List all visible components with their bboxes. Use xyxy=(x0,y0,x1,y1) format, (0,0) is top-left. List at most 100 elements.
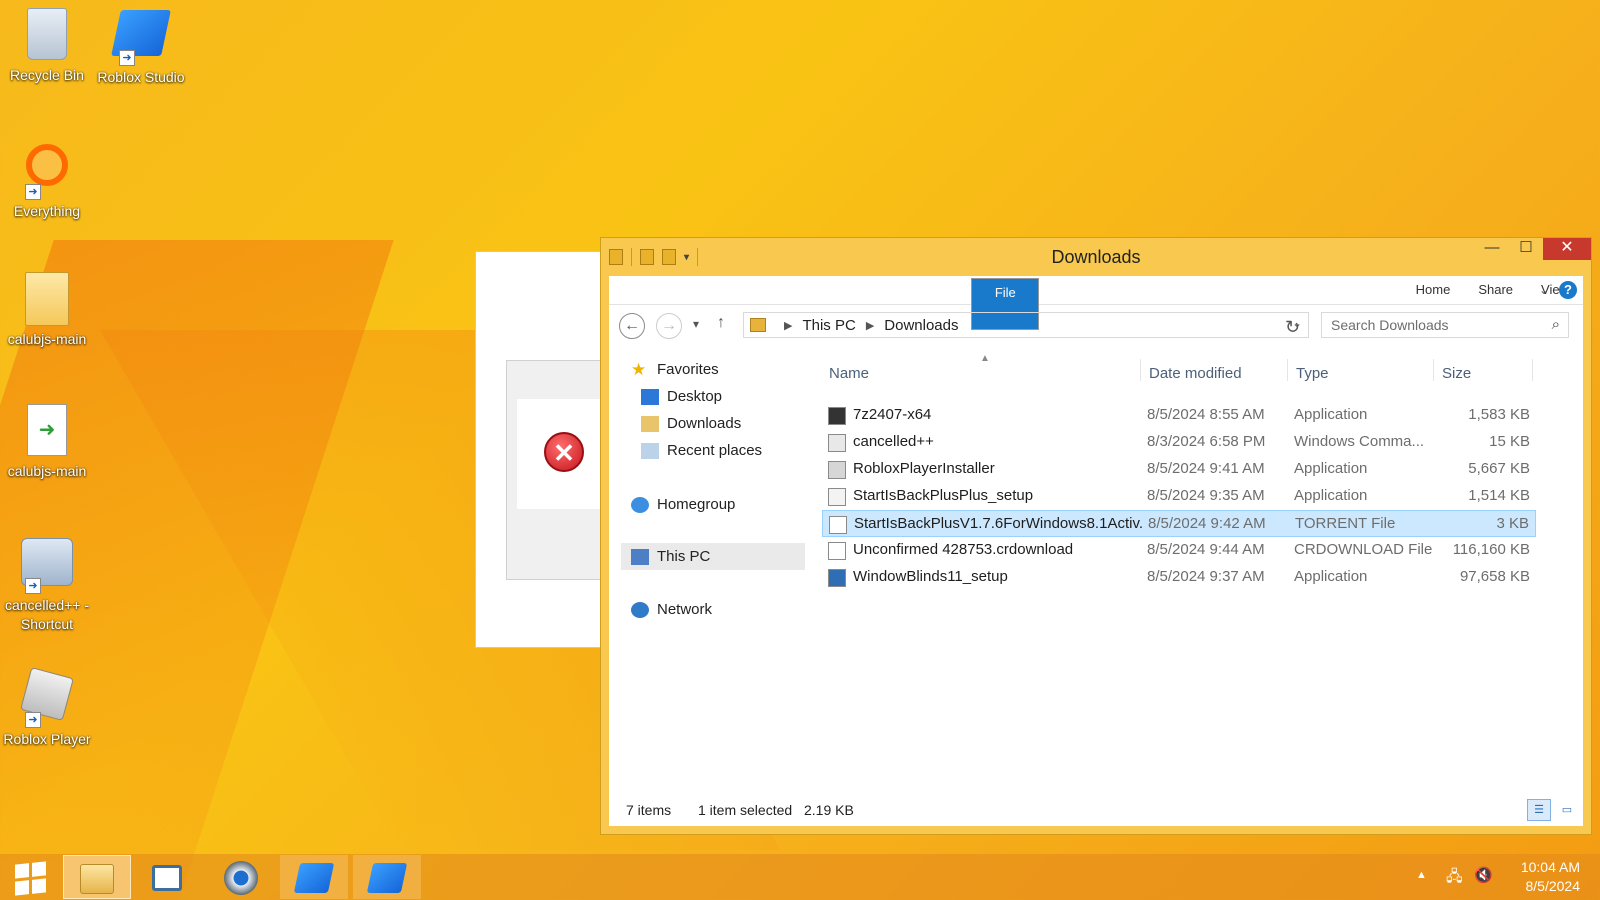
gear-shortcut-icon: ➜ xyxy=(21,538,73,594)
column-header-type[interactable]: Type xyxy=(1296,365,1329,382)
nav-this-pc[interactable]: This PC xyxy=(621,543,805,570)
show-hidden-icons-chevron[interactable]: ▲ xyxy=(1416,869,1427,881)
search-input[interactable]: Search Downloads ⌕ xyxy=(1321,312,1569,338)
blank-file-icon xyxy=(828,542,846,560)
computer-icon xyxy=(631,548,649,565)
column-header-size[interactable]: Size xyxy=(1442,365,1471,382)
window-app-icon xyxy=(152,865,182,892)
close-button[interactable]: ✕ xyxy=(1543,238,1591,260)
up-arrow-icon[interactable]: ↑ xyxy=(717,314,725,332)
refresh-icon[interactable]: ↻ xyxy=(1285,317,1300,338)
file-icon: ➜ xyxy=(21,404,73,460)
star-icon: ★ xyxy=(631,359,647,379)
navigation-bar: ← → ▾ ↑ ▶ This PC ▶ Downloads ⌄ ↻ Search… xyxy=(609,305,1583,347)
command-script-icon xyxy=(828,434,846,452)
address-bar[interactable]: ▶ This PC ▶ Downloads ⌄ xyxy=(743,312,1309,338)
setup-app-icon xyxy=(828,488,846,506)
roblox-studio-icon: ➜ xyxy=(111,10,171,66)
everything-icon: ➜ xyxy=(21,144,73,200)
explorer-window[interactable]: ▾ Downloads — ☐ ✕ File Home Share View ⌄… xyxy=(600,237,1592,835)
breadcrumb-this-pc[interactable]: This PC xyxy=(802,317,855,334)
maximize-button[interactable]: ☐ xyxy=(1509,238,1543,260)
downloads-folder-icon xyxy=(641,415,659,432)
desktop-icon-label: calubjs-main xyxy=(7,463,87,479)
network-tray-icon[interactable]: 🖧 xyxy=(1446,866,1463,891)
back-button[interactable]: ← xyxy=(619,313,645,339)
roblox-installer-icon xyxy=(828,461,846,479)
desktop-icon-cancelled-shortcut[interactable]: ➜ cancelled++ - Shortcut xyxy=(0,534,94,634)
desktop-icon-roblox-player[interactable]: ➜ Roblox Player xyxy=(0,666,94,749)
recycle-bin-icon xyxy=(21,8,73,64)
table-row[interactable]: Unconfirmed 428753.crdownload 8/5/2024 9… xyxy=(822,537,1536,564)
nav-favorites[interactable]: ★ Favorites xyxy=(631,359,719,379)
homegroup-icon xyxy=(631,496,649,513)
table-row[interactable]: 7z2407-x64 8/5/2024 8:55 AM Application … xyxy=(822,402,1536,429)
taskbar-app[interactable] xyxy=(133,855,201,899)
torrent-file-icon xyxy=(829,516,847,534)
desktop-icon-label: Roblox Studio xyxy=(97,69,185,85)
taskbar-roblox-studio-2[interactable] xyxy=(353,855,421,899)
desktop-icon xyxy=(641,388,659,405)
desktop-icon-label: calubjs-main xyxy=(7,331,87,347)
file-explorer-icon xyxy=(80,864,114,895)
column-header-date[interactable]: Date modified xyxy=(1149,365,1242,382)
taskbar-browser[interactable] xyxy=(207,855,275,899)
desktop-icon-calubjs-folder[interactable]: calubjs-main xyxy=(0,270,94,349)
desktop-icon-label: Everything xyxy=(13,203,81,219)
windowblinds-app-icon xyxy=(828,569,846,587)
this-pc-icon xyxy=(750,318,766,332)
roblox-studio-icon xyxy=(293,863,335,894)
table-row[interactable]: RobloxPlayerInstaller 8/5/2024 9:41 AM A… xyxy=(822,456,1536,483)
item-count: 7 items xyxy=(626,802,672,818)
selection-size: 2.19 KB xyxy=(804,802,854,818)
desktop-icon-calubjs-file[interactable]: ➜ calubjs-main xyxy=(0,402,94,481)
breadcrumb-downloads[interactable]: Downloads xyxy=(884,317,958,334)
status-bar: 7 items 1 item selected 2.19 KB ☰ ▭ xyxy=(609,796,1583,826)
browser-icon xyxy=(224,861,258,896)
table-row[interactable]: cancelled++ 8/3/2024 6:58 PM Windows Com… xyxy=(822,429,1536,456)
help-icon[interactable]: ? xyxy=(1559,281,1577,299)
windows-logo-icon xyxy=(14,861,46,896)
clock-time: 10:04 AM xyxy=(1520,859,1580,875)
nav-homegroup[interactable]: Homegroup xyxy=(631,496,735,513)
7zip-app-icon xyxy=(828,407,846,425)
title-bar[interactable]: ▾ Downloads — ☐ ✕ xyxy=(601,238,1591,276)
large-icons-view-button[interactable]: ▭ xyxy=(1555,799,1579,821)
details-view-button[interactable]: ☰ xyxy=(1527,799,1551,821)
tab-home[interactable]: Home xyxy=(1402,276,1465,304)
desktop-icon-everything[interactable]: ➜ Everything xyxy=(0,138,94,221)
recent-locations-chevron-icon[interactable]: ▾ xyxy=(693,317,699,331)
recent-places-icon xyxy=(641,442,659,459)
taskbar-file-explorer[interactable] xyxy=(63,855,131,899)
nav-downloads[interactable]: Downloads xyxy=(641,415,741,432)
nav-recent-places[interactable]: Recent places xyxy=(641,442,762,459)
nav-desktop[interactable]: Desktop xyxy=(641,388,722,405)
desktop-icon-roblox-studio[interactable]: ➜ Roblox Studio xyxy=(94,6,188,87)
search-placeholder: Search Downloads xyxy=(1331,317,1449,333)
error-icon: ✕ xyxy=(544,432,584,472)
system-clock[interactable]: 10:04 AM 8/5/2024 xyxy=(1490,858,1580,896)
table-row[interactable]: WindowBlinds11_setup 8/5/2024 9:37 AM Ap… xyxy=(822,564,1536,591)
ribbon: File Home Share View ⌄ ? xyxy=(609,276,1583,330)
network-icon xyxy=(631,601,649,618)
minimize-button[interactable]: — xyxy=(1475,238,1509,260)
table-row-selected[interactable]: StartIsBackPlusV1.7.6ForWindows8.1Activ.… xyxy=(822,510,1536,537)
window-title: Downloads xyxy=(1051,247,1141,267)
tab-share[interactable]: Share xyxy=(1464,276,1527,304)
desktop-icon-label: Recycle Bin xyxy=(10,67,84,83)
forward-button[interactable]: → xyxy=(656,313,682,339)
selection-status: 1 item selected xyxy=(698,802,793,818)
table-row[interactable]: StartIsBackPlusPlus_setup 8/5/2024 9:35 … xyxy=(822,483,1536,510)
desktop-icon-recycle-bin[interactable]: Recycle Bin xyxy=(0,6,94,85)
column-header-name[interactable]: Name xyxy=(829,365,869,382)
error-dialog[interactable] xyxy=(475,251,607,648)
desktop-icon-label: Roblox Player xyxy=(3,731,91,747)
expand-ribbon-icon[interactable]: ⌄ xyxy=(1539,283,1549,297)
clock-date: 8/5/2024 xyxy=(1525,878,1581,894)
taskbar-roblox-studio[interactable] xyxy=(280,855,348,899)
roblox-player-icon: ➜ xyxy=(20,667,74,728)
start-button[interactable] xyxy=(0,855,60,899)
search-icon: ⌕ xyxy=(1551,316,1560,333)
nav-network[interactable]: Network xyxy=(631,601,712,618)
desktop-icon-label: cancelled++ - Shortcut xyxy=(4,597,90,632)
